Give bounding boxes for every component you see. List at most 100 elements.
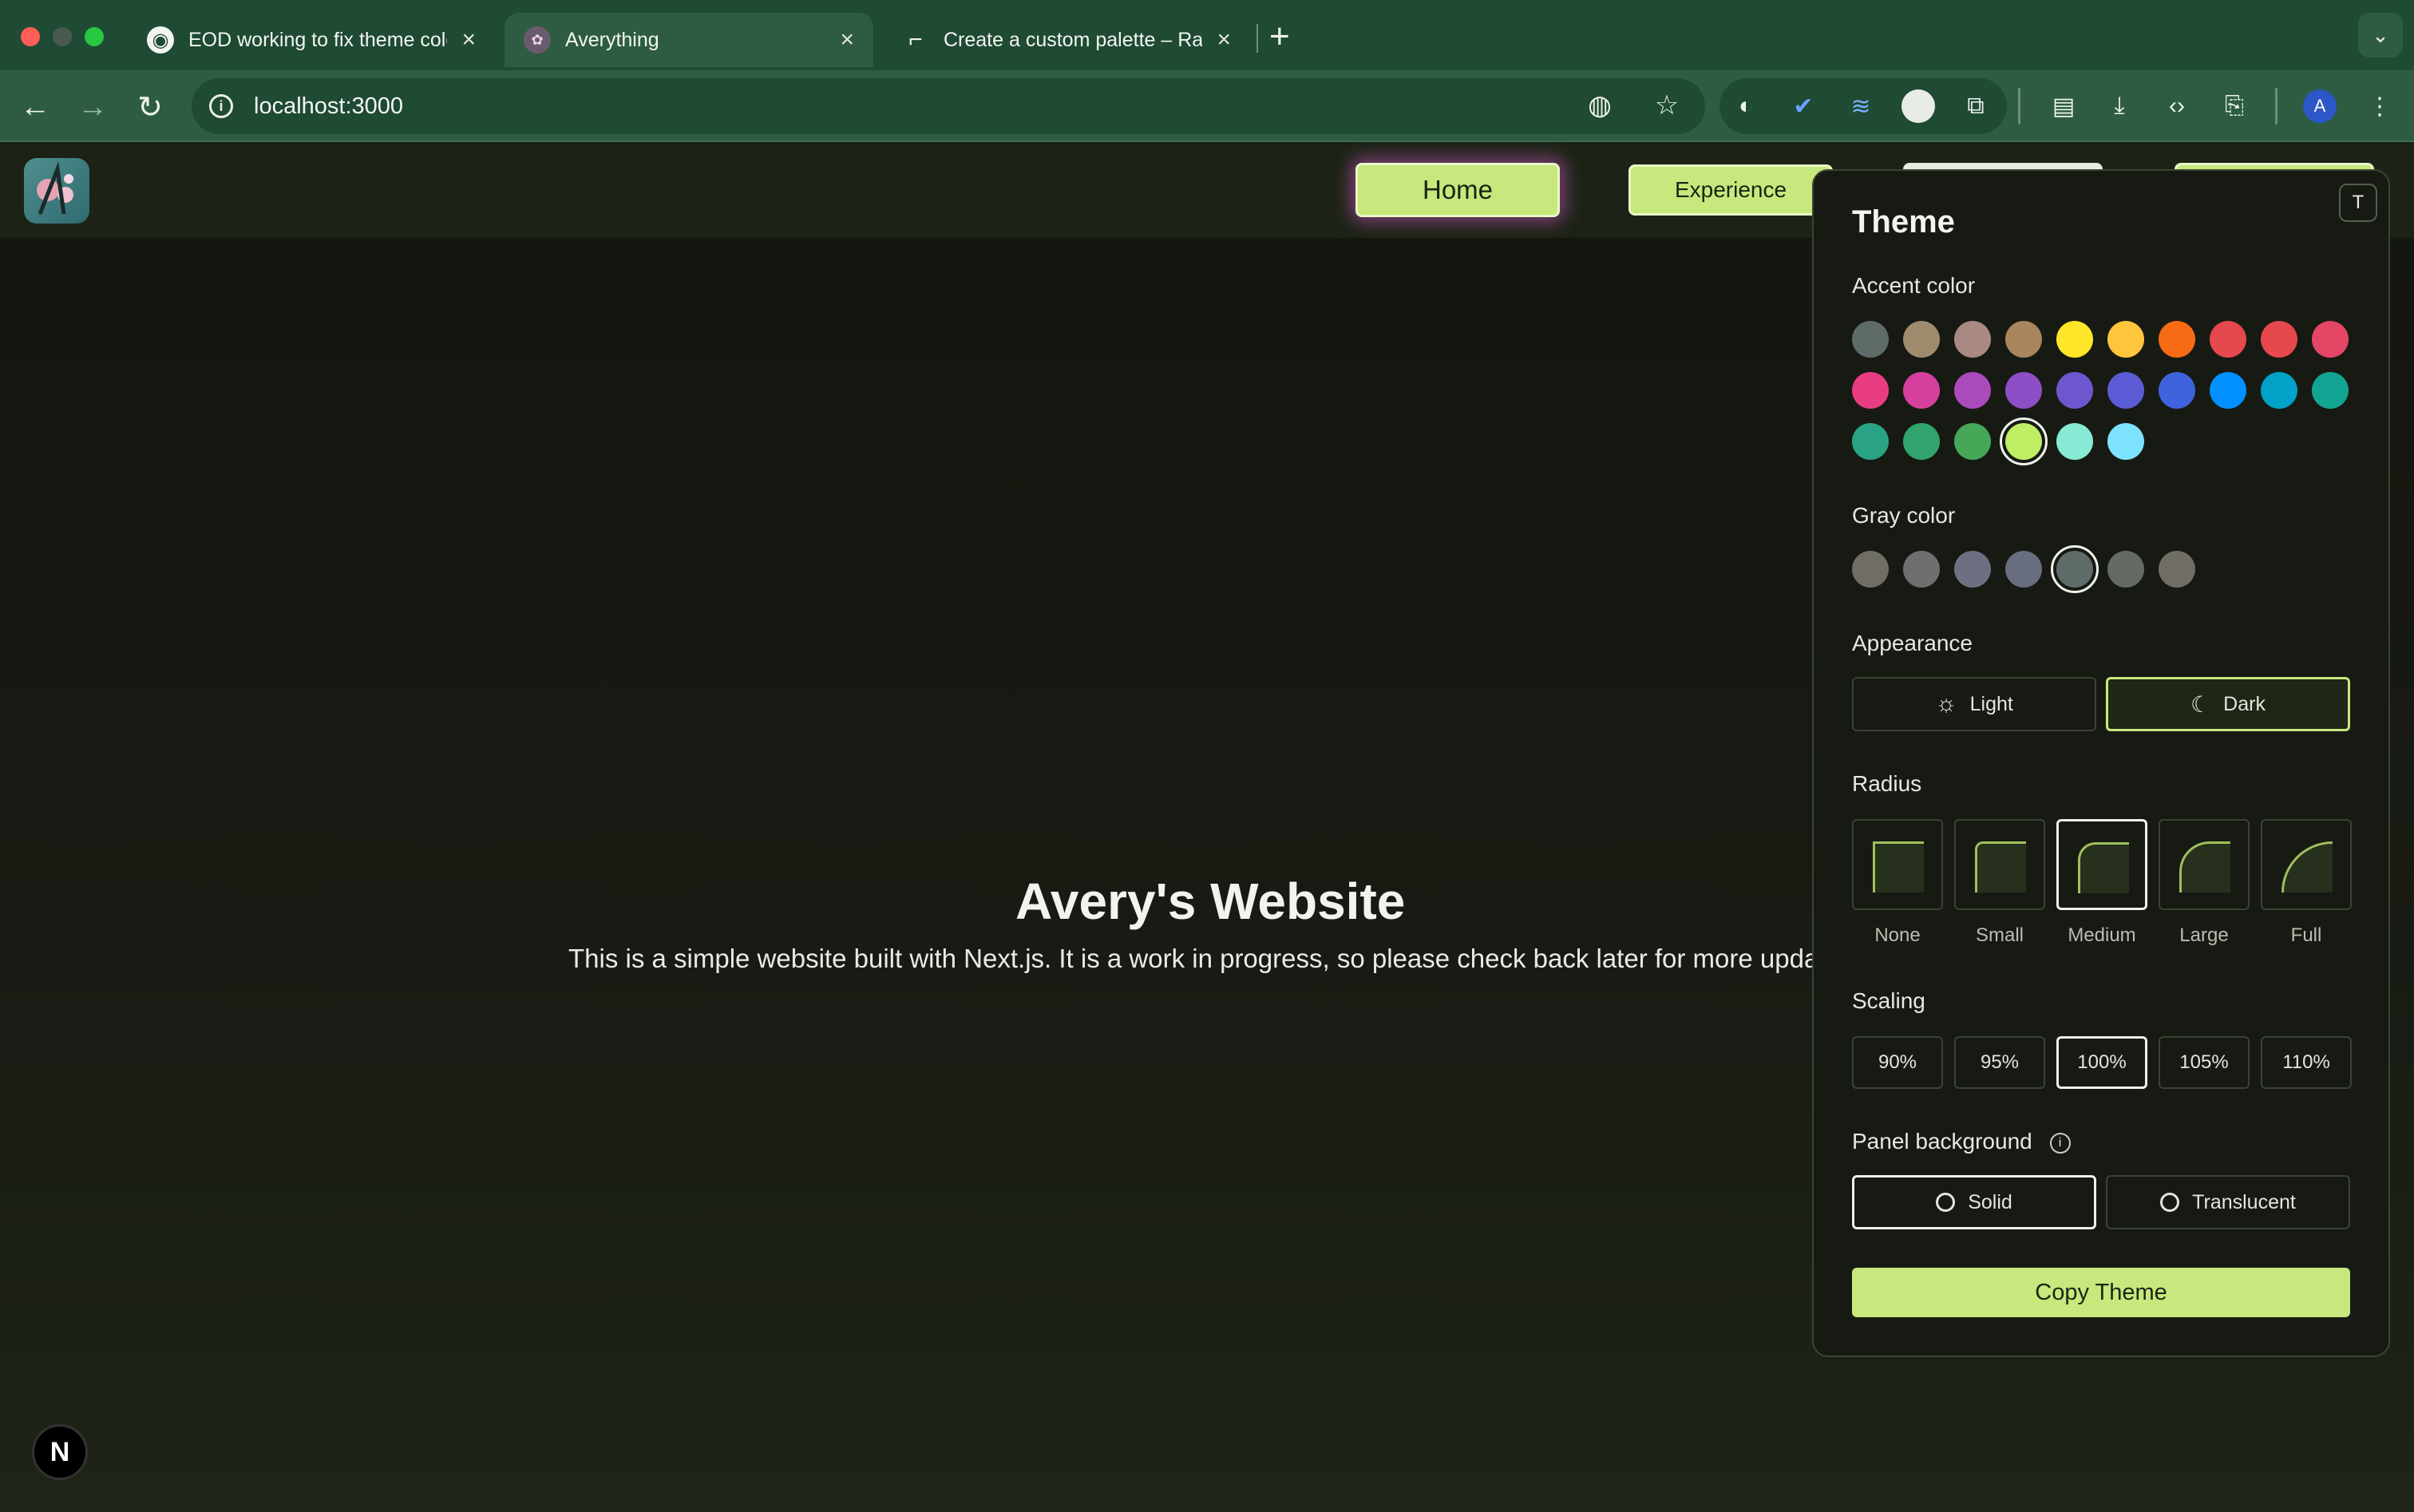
nav-home-button[interactable]: Home: [1355, 163, 1560, 217]
appearance-dark-label: Dark: [2223, 692, 2266, 715]
back-arrow-icon[interactable]: ←: [14, 86, 56, 128]
accent-swatch[interactable]: [1903, 423, 1940, 460]
accent-swatch[interactable]: [2056, 321, 2093, 358]
radius-preview: [1873, 841, 1924, 893]
close-icon[interactable]: ×: [1217, 26, 1231, 53]
theme-panel-toggle[interactable]: T: [2339, 184, 2377, 222]
accent-swatch[interactable]: [2107, 321, 2144, 358]
window-zoom-icon[interactable]: [85, 27, 104, 46]
accent-swatch[interactable]: [2159, 321, 2195, 358]
download-icon[interactable]: ⤓: [2103, 89, 2136, 123]
more-menu-icon[interactable]: ⋮: [2363, 89, 2396, 123]
checkmark-extension-icon[interactable]: ✔: [1787, 89, 1820, 123]
scaling-option[interactable]: 95%: [1954, 1036, 2045, 1089]
appearance-light-label: Light: [1969, 692, 2013, 715]
radius-option-label: Large: [2179, 924, 2229, 946]
solid-circle-icon: [1936, 1193, 1956, 1212]
scaling-option[interactable]: 105%: [2159, 1036, 2250, 1089]
nextjs-devtools-badge[interactable]: N: [32, 1424, 88, 1480]
accent-swatch[interactable]: [2005, 372, 2042, 409]
accent-swatch[interactable]: [2056, 423, 2093, 460]
translate-icon[interactable]: ⎘: [2218, 89, 2251, 123]
radius-option-full[interactable]: [2261, 819, 2352, 910]
appearance-dark-button[interactable]: ☾ Dark: [2106, 677, 2350, 731]
close-icon[interactable]: ×: [461, 26, 476, 53]
copy-theme-button[interactable]: Copy Theme: [1852, 1268, 2350, 1317]
password-extension-icon[interactable]: ◐: [1729, 89, 1763, 123]
appearance-light-button[interactable]: ☼ Light: [1852, 677, 2096, 731]
accent-swatch[interactable]: [2210, 321, 2246, 358]
waveform-extension-icon[interactable]: ≋: [1844, 89, 1878, 123]
bookmark-star-icon[interactable]: ☆: [1651, 89, 1683, 121]
accent-swatch[interactable]: [1954, 423, 1991, 460]
radius-option-medium[interactable]: [2056, 819, 2147, 910]
radius-preview: [2281, 841, 2333, 893]
gray-swatch[interactable]: [1903, 551, 1940, 588]
theme-panel-title: Theme: [1852, 204, 1955, 239]
new-tab-button[interactable]: +: [1269, 14, 1290, 59]
scaling-label: Scaling: [1852, 988, 1925, 1013]
accent-swatch[interactable]: [1903, 321, 1940, 358]
accent-swatch[interactable]: [1852, 423, 1889, 460]
radius-option-none[interactable]: [1852, 819, 1943, 910]
scaling-option[interactable]: 90%: [1852, 1036, 1943, 1089]
gray-swatch[interactable]: [2107, 551, 2144, 588]
github-icon: ◉: [147, 26, 174, 53]
info-icon[interactable]: i: [2049, 1132, 2071, 1154]
forward-arrow-icon[interactable]: →: [72, 86, 113, 128]
accent-swatch[interactable]: [2159, 372, 2195, 409]
gray-swatch[interactable]: [1954, 551, 1991, 588]
gray-swatch[interactable]: [2005, 551, 2042, 588]
url-text[interactable]: localhost:3000: [254, 93, 403, 120]
site-logo[interactable]: [24, 158, 89, 224]
accent-swatch[interactable]: [2005, 321, 2042, 358]
scaling-option[interactable]: 110%: [2261, 1036, 2352, 1089]
radius-option-large[interactable]: [2159, 819, 2250, 910]
accent-swatch[interactable]: [1954, 372, 1991, 409]
browser-tab-radix[interactable]: ⌐ Create a custom palette – Ra ×: [883, 13, 1250, 67]
window-close-icon[interactable]: [21, 27, 40, 46]
accent-swatch[interactable]: [1954, 321, 1991, 358]
reading-list-icon[interactable]: ▤: [2047, 89, 2080, 123]
close-icon[interactable]: ×: [840, 26, 854, 53]
site-info-icon[interactable]: i: [209, 94, 233, 118]
accent-swatch[interactable]: [1852, 321, 1889, 358]
scaling-option[interactable]: 100%: [2056, 1036, 2147, 1089]
accent-swatch[interactable]: [2312, 372, 2349, 409]
accent-swatch[interactable]: [2000, 418, 2048, 465]
profile-avatar[interactable]: A: [2303, 89, 2337, 123]
radius-option-label: Small: [1975, 924, 2024, 946]
incognito-extension-icon[interactable]: ◍: [1584, 89, 1616, 121]
accent-swatch[interactable]: [2107, 372, 2144, 409]
browser-tab-averything[interactable]: ✿ Averything ×: [505, 13, 873, 67]
tab-divider: [1256, 24, 1258, 53]
nav-experience-button[interactable]: Experience: [1628, 164, 1833, 216]
panel-bg-translucent-button[interactable]: Translucent: [2106, 1175, 2350, 1229]
accent-swatch[interactable]: [2210, 372, 2246, 409]
site-favicon-icon: ✿: [524, 26, 551, 53]
gray-swatch[interactable]: [1852, 551, 1889, 588]
accent-swatch[interactable]: [1852, 372, 1889, 409]
accent-swatch[interactable]: [1903, 372, 1940, 409]
accent-swatch[interactable]: [2312, 321, 2349, 358]
puzzle-extensions-icon[interactable]: ⧉: [1959, 89, 1993, 123]
moon-icon: ☾: [2190, 691, 2211, 717]
sun-icon: ☼: [1935, 691, 1957, 717]
gray-swatch[interactable]: [2051, 545, 2099, 593]
browser-tab-github[interactable]: ◉ EOD working to fix theme colo ×: [128, 13, 495, 67]
toolbar-divider: [2018, 88, 2020, 125]
accent-swatch[interactable]: [2261, 321, 2297, 358]
gray-swatch[interactable]: [2159, 551, 2195, 588]
devtools-code-icon[interactable]: ‹›: [2160, 89, 2194, 123]
accent-swatch[interactable]: [2107, 423, 2144, 460]
tab-title: EOD working to fix theme colo: [188, 28, 448, 51]
window-minimize-icon[interactable]: [53, 27, 72, 46]
reload-icon[interactable]: ↻: [129, 86, 171, 128]
accent-swatch[interactable]: [2056, 372, 2093, 409]
tab-search-chevron-icon[interactable]: ⌄: [2358, 13, 2403, 57]
profile-extension-icon[interactable]: [1902, 89, 1935, 123]
panel-bg-solid-button[interactable]: Solid: [1852, 1175, 2096, 1229]
address-bar[interactable]: i localhost:3000: [192, 78, 1705, 134]
radius-option-small[interactable]: [1954, 819, 2045, 910]
accent-swatch[interactable]: [2261, 372, 2297, 409]
